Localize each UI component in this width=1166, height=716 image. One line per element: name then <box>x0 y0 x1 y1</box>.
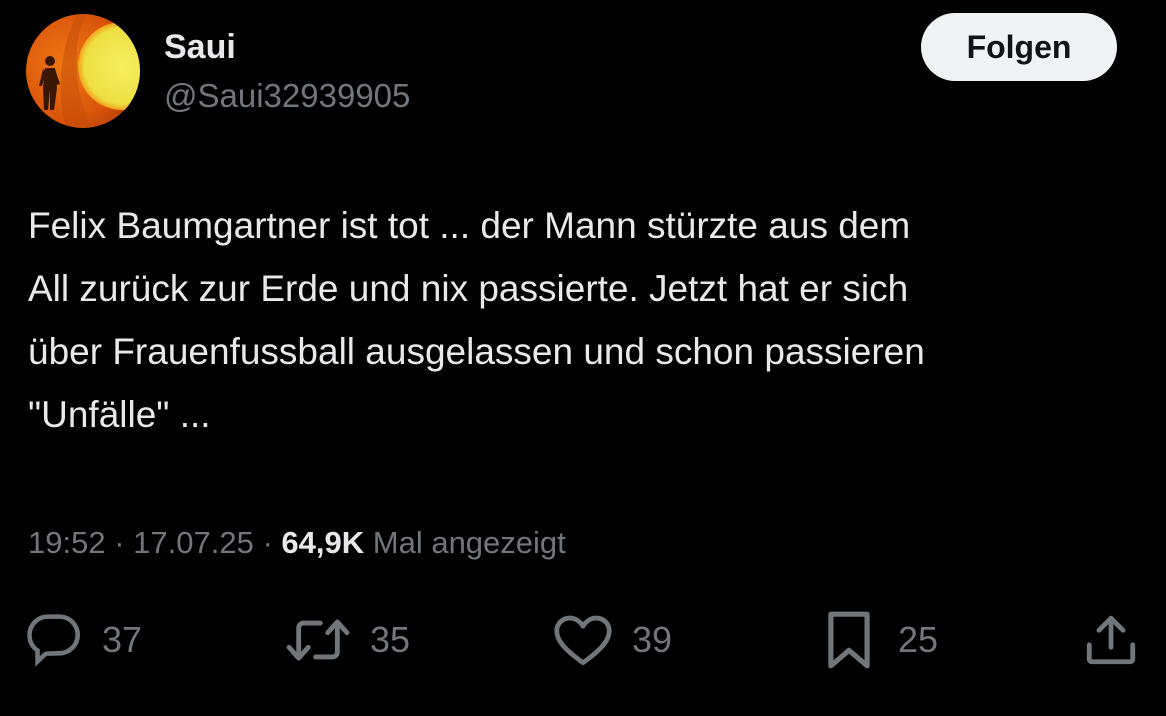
display-name[interactable]: Saui <box>164 28 236 66</box>
tweet-meta: 19:52 · 17.07.25 · 64,9K Mal angezeigt <box>28 522 566 564</box>
tweet-time[interactable]: 19:52 <box>28 525 106 560</box>
repost-count: 35 <box>370 619 411 660</box>
tweet: Saui @Saui32939905 Folgen Felix Baumgart… <box>0 0 1166 716</box>
views-count: 64,9K <box>281 525 365 560</box>
meta-separator: · <box>114 525 125 560</box>
like-button[interactable]: 39 <box>552 608 672 672</box>
avatar-image <box>26 14 140 128</box>
bookmark-button[interactable]: 25 <box>818 608 938 672</box>
like-count: 39 <box>632 619 673 660</box>
tweet-text: Felix Baumgartner ist tot ... der Mann s… <box>28 205 925 435</box>
bookmark-icon <box>828 611 870 669</box>
views-label: Mal angezeigt <box>372 525 566 560</box>
bookmark-count: 25 <box>898 619 939 660</box>
tweet-date[interactable]: 17.07.25 <box>133 525 254 560</box>
avatar[interactable] <box>26 14 140 128</box>
repost-button[interactable]: 35 <box>284 608 410 672</box>
reply-icon <box>27 614 81 667</box>
reply-button[interactable]: 37 <box>26 608 142 672</box>
repost-icon <box>286 619 350 661</box>
user-handle[interactable]: @Saui32939905 <box>164 77 410 115</box>
reply-count: 37 <box>102 619 143 660</box>
share-button[interactable] <box>1082 608 1140 672</box>
heart-icon <box>554 615 612 666</box>
follow-button[interactable]: Folgen <box>921 13 1117 81</box>
meta-separator: · <box>262 525 273 560</box>
share-icon <box>1086 615 1136 665</box>
